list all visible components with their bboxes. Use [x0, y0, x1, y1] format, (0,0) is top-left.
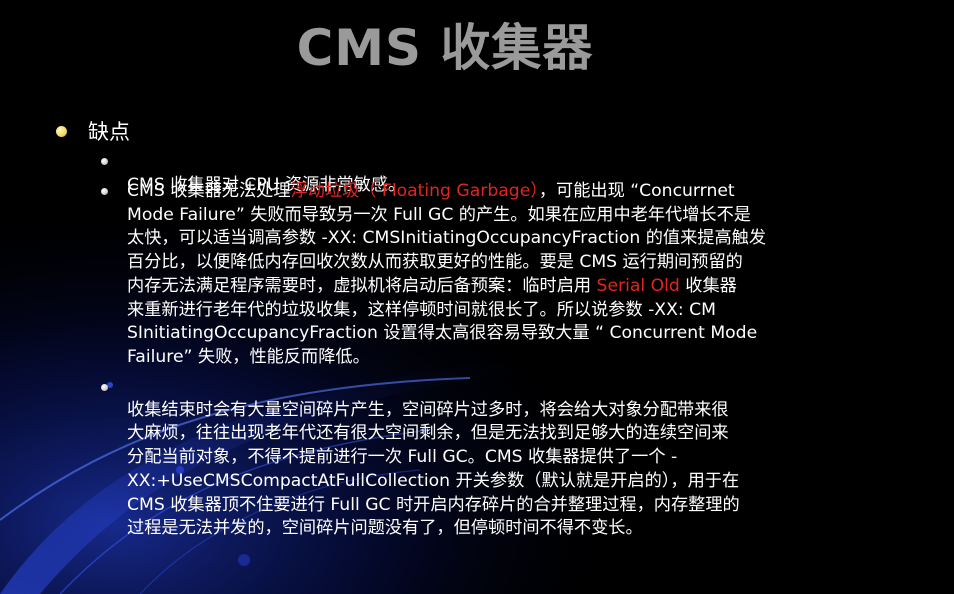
slide-content: 缺点 CMS 收集器对 CPU 资源非常敏感。 CMS 收集器无法处理浮动垃圾（… [0, 0, 954, 594]
highlight-term: 浮动垃圾（ Floating Garbage） [290, 181, 539, 201]
item-text: CMS 收集器无法处理 [127, 181, 291, 201]
white-dot-bullet-icon [101, 188, 108, 195]
list-item: CMS 收集器无法处理浮动垃圾（ Floating Garbage），可能出现 … [127, 180, 847, 370]
item-text: 收集结束时会有大量空间碎片产生，空间碎片过多时，将会给大对象分配带来很 大麻烦，… [127, 399, 740, 539]
list-item: 收集结束时会有大量空间碎片产生，空间碎片过多时，将会给大对象分配带来很 大麻烦，… [127, 375, 847, 541]
yellow-dot-bullet-icon [56, 126, 67, 137]
section-heading: 缺点 [88, 120, 130, 144]
white-dot-bullet-icon [101, 158, 108, 165]
highlight-term: Serial Old [596, 275, 680, 296]
white-dot-bullet-icon [101, 384, 108, 391]
